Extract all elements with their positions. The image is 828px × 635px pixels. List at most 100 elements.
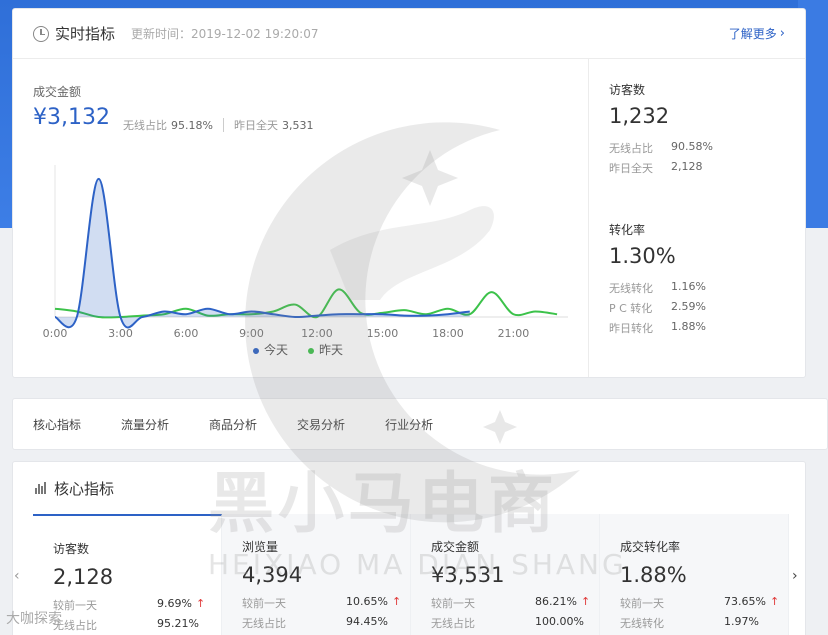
chart-legend: 今天 昨天	[253, 341, 343, 358]
cell-label: 访客数	[53, 542, 90, 556]
gmv-panel: 成交金额 ¥3,132 无线占比 95.18% 昨日全天 3,531 0:00 3…	[13, 59, 588, 377]
visitors-value: 1,232	[609, 104, 670, 128]
arrow-up-icon: ↑	[769, 595, 780, 608]
tab-core[interactable]: 核心指标	[33, 416, 81, 433]
arrow-up-icon: ↑	[580, 595, 591, 608]
legend-yesterday-dot	[308, 347, 315, 354]
x-tick-label: 0:00	[43, 327, 68, 340]
x-tick-label: 12:00	[301, 327, 333, 340]
x-tick-label: 9:00	[239, 327, 264, 340]
cell-sub-value: 1.97%	[724, 615, 759, 628]
visitors-block: 访客数 1,232 无线占比 90.58% 昨日全天 2,128	[609, 81, 713, 176]
tab-industry[interactable]: 行业分析	[385, 416, 433, 433]
conv-yesterday-row: 昨日转化 1.88%	[609, 320, 706, 336]
conversion-value: 1.30%	[609, 244, 676, 268]
cell-compare-label: 较前一天	[431, 597, 475, 610]
chevron-left-icon[interactable]: ‹	[14, 568, 20, 584]
gmv-sub: 无线占比 95.18% 昨日全天 3,531	[123, 117, 313, 133]
chevron-right-icon: ›	[779, 26, 785, 41]
cell-value: 2,128	[53, 565, 114, 589]
visitors-yesterday-row: 昨日全天 2,128	[609, 160, 713, 176]
cell-compare-value: 86.21%	[535, 595, 577, 608]
cell-compare-value: 9.69%	[157, 597, 192, 610]
wireless-ratio-label: 无线占比	[123, 119, 167, 132]
arrow-up-icon: ↑	[391, 595, 402, 608]
yesterday-label: 昨日全天	[233, 119, 278, 132]
learn-more-link[interactable]: 了解更多 ›	[729, 25, 785, 42]
cell-compare-row: 较前一天 10.65% ↑	[242, 595, 410, 611]
cell-compare-row: 较前一天 73.65% ↑	[620, 595, 788, 611]
x-tick-label: 3:00	[108, 327, 133, 340]
visitors-wireless-row: 无线占比 90.58%	[609, 140, 713, 156]
cell-sub-value: 100.00%	[535, 615, 584, 628]
learn-more-label: 了解更多	[728, 27, 777, 41]
realtime-title: 实时指标	[55, 25, 116, 43]
cell-compare-label: 较前一天	[53, 599, 97, 612]
gmv-value: ¥3,132	[33, 105, 110, 130]
legend-yesterday-label: 昨天	[319, 343, 344, 357]
gmv-label: 成交金额	[33, 85, 82, 99]
cell-sub-row: 无线占比 94.45%	[242, 615, 410, 631]
divider	[222, 118, 224, 132]
cell-compare-row: 较前一天 86.21% ↑	[431, 595, 599, 611]
yesterday-value: 3,531	[281, 118, 314, 132]
cell-compare-value: 73.65%	[724, 595, 766, 608]
visitors-wireless-label: 无线占比	[609, 142, 653, 155]
cell-sub-label: 无线占比	[242, 617, 286, 630]
cell-sub-row: 无线占比 95.21%	[53, 617, 221, 633]
realtime-header: 实时指标 更新时间：2019-12-02 19:20:07 了解更多 ›	[13, 9, 805, 59]
tab-product[interactable]: 商品分析	[209, 416, 257, 433]
realtime-card: 实时指标 更新时间：2019-12-02 19:20:07 了解更多 › 成交金…	[12, 8, 806, 378]
cell-value: 1.88%	[620, 563, 687, 587]
cell-compare-row: 较前一天 9.69% ↑	[53, 597, 221, 613]
series-yesterday-line	[54, 288, 558, 319]
cell-label: 成交转化率	[620, 540, 681, 554]
tab-traffic[interactable]: 流量分析	[121, 416, 169, 433]
clock-icon	[33, 25, 49, 42]
arrow-up-icon: ↑	[195, 597, 206, 610]
visitors-yesterday-value: 2,128	[671, 160, 703, 173]
tab-trade[interactable]: 交易分析	[297, 416, 345, 433]
conversion-block: 转化率 1.30% 无线转化 1.16% P C 转化 2.59% 昨日转化 1.88…	[609, 221, 706, 336]
wireless-ratio-value: 95.18%	[171, 118, 213, 132]
core-cell-conversion[interactable]: 成交转化率 1.88% 较前一天 73.65% ↑ 无线转化 1.97%	[600, 514, 789, 635]
visitors-yesterday-label: 昨日全天	[609, 162, 653, 175]
cell-compare-value: 10.65%	[346, 595, 388, 608]
cell-sub-label: 无线占比	[431, 617, 475, 630]
legend-today-dot	[253, 347, 259, 354]
core-title: 核心指标	[54, 479, 115, 498]
corner-logo: 大咖探索	[6, 611, 62, 627]
conv-wireless-value: 1.16%	[671, 280, 706, 293]
right-metrics-panel: 访客数 1,232 无线占比 90.58% 昨日全天 2,128 转化率 1.30%…	[588, 59, 806, 377]
cell-sub-value: 95.21%	[157, 617, 199, 630]
analysis-tabs: 核心指标 流量分析 商品分析 交易分析 行业分析	[12, 398, 828, 450]
conv-pc-value: 2.59%	[671, 300, 706, 313]
chevron-right-icon[interactable]: ›	[792, 568, 798, 584]
conv-pc-label: P C 转化	[609, 302, 653, 315]
conv-wireless-label: 无线转化	[609, 282, 653, 295]
x-tick-label: 15:00	[367, 327, 399, 340]
conv-yesterday-value: 1.88%	[671, 320, 706, 333]
cell-sub-row: 无线转化 1.97%	[620, 615, 788, 631]
x-tick-label: 18:00	[432, 327, 464, 340]
x-tick-label: 6:00	[174, 327, 199, 340]
watermark-subtext: HEIXIAO MA DIAN SHANG	[208, 548, 627, 581]
conv-pc-row: P C 转化 2.59%	[609, 300, 706, 316]
cell-sub-label: 无线转化	[620, 617, 664, 630]
conv-yesterday-label: 昨日转化	[609, 322, 653, 335]
cell-sub-label: 无线占比	[53, 619, 97, 632]
cell-sub-row: 无线占比 100.00%	[431, 615, 599, 631]
update-time: 更新时间：2019-12-02 19:20:07	[131, 27, 319, 41]
legend-yesterday[interactable]: 昨天	[308, 341, 343, 358]
visitors-wireless-value: 90.58%	[671, 140, 713, 153]
conv-wireless-row: 无线转化 1.16%	[609, 280, 706, 296]
legend-today[interactable]: 今天	[253, 341, 288, 358]
x-tick-label: 21:00	[498, 327, 530, 340]
cell-compare-label: 较前一天	[620, 597, 664, 610]
legend-today-label: 今天	[264, 343, 289, 357]
visitors-label: 访客数	[609, 83, 646, 97]
conversion-label: 转化率	[609, 223, 646, 237]
bar-chart-icon	[35, 482, 46, 494]
series-today-line	[54, 177, 470, 329]
cell-compare-label: 较前一天	[242, 597, 286, 610]
